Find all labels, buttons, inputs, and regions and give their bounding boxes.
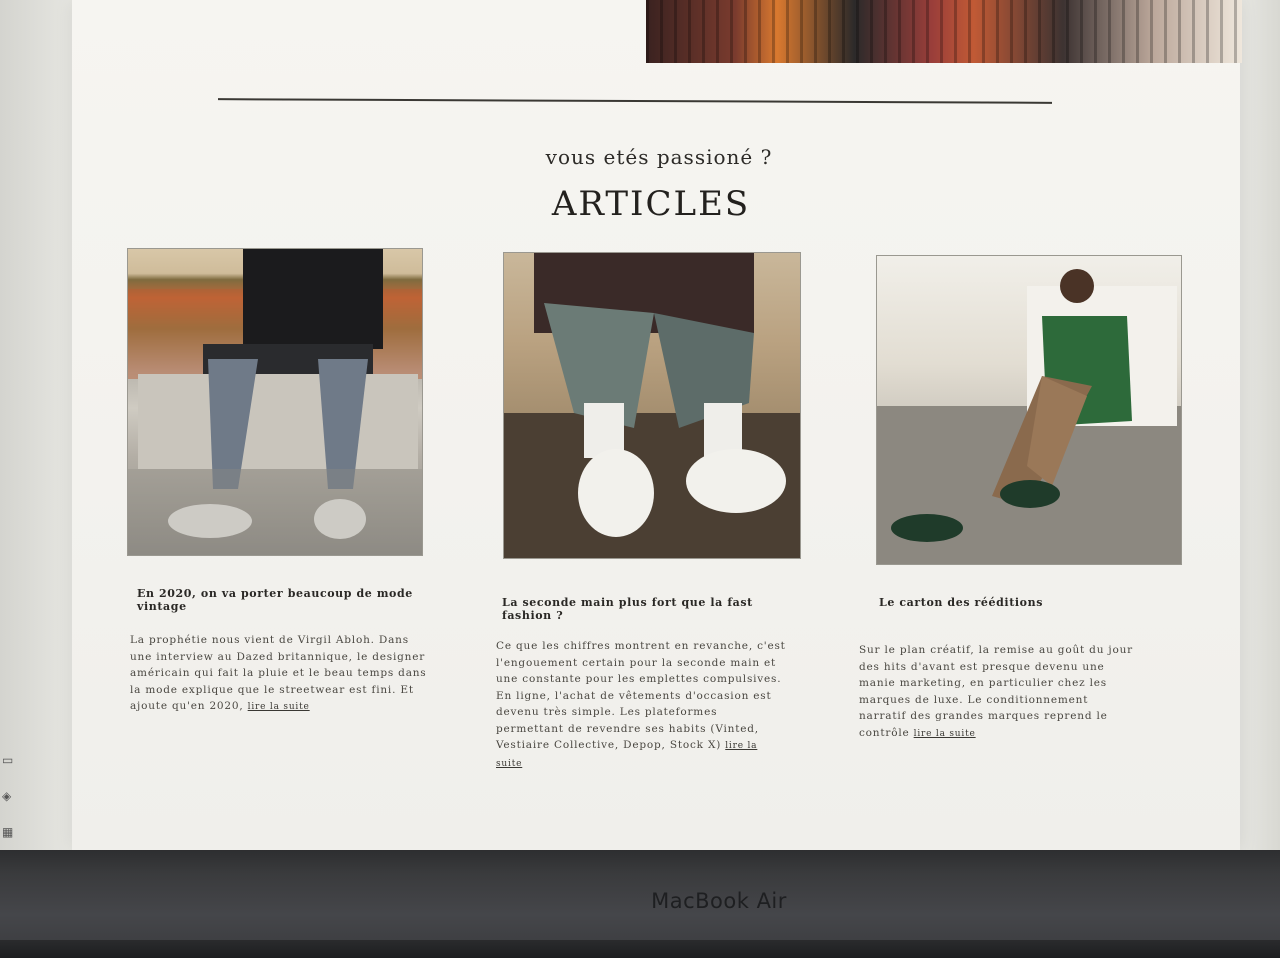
article-1-photo-illustration [128, 249, 422, 555]
article-2-photo-illustration [504, 253, 800, 558]
article-3-title[interactable]: Le carton des rééditions [879, 596, 1159, 609]
article-1-text: La prophétie nous vient de Virgil Abloh.… [130, 632, 435, 716]
article-3-photo[interactable] [876, 255, 1182, 565]
article-2-photo[interactable] [503, 252, 801, 559]
article-1-read-more-link[interactable]: lire la suite [248, 702, 310, 712]
article-2-text: Ce que les chiffres montrent en revanche… [496, 638, 786, 772]
editor-side-toolbar: ▭ ◈ ▦ [2, 742, 18, 850]
layers-icon[interactable]: ◈ [2, 778, 18, 814]
article-3-read-more-link[interactable]: lire la suite [914, 729, 976, 739]
article-3-body: Sur le plan créatif, la remise au goût d… [859, 644, 1133, 739]
page-icon[interactable]: ▭ [2, 742, 18, 778]
article-1-photo[interactable] [127, 248, 423, 556]
laptop-base [0, 940, 1280, 958]
hero-image [646, 0, 1242, 63]
article-3-text: Sur le plan créatif, la remise au goût d… [859, 642, 1134, 742]
article-2-body: Ce que les chiffres montrent en revanche… [496, 640, 786, 751]
article-2-title[interactable]: La seconde main plus fort que la fast fa… [502, 596, 802, 622]
article-3-photo-illustration [877, 269, 1181, 564]
section-title: ARTICLES [551, 184, 751, 224]
section-kicker: vous etés passioné ? [545, 145, 773, 169]
apps-icon[interactable]: ▦ [2, 814, 18, 850]
article-1-body: La prophétie nous vient de Virgil Abloh.… [130, 634, 427, 712]
laptop-brand-label: MacBook Air [651, 889, 787, 913]
article-1-title[interactable]: En 2020, on va porter beaucoup de mode v… [137, 587, 437, 613]
